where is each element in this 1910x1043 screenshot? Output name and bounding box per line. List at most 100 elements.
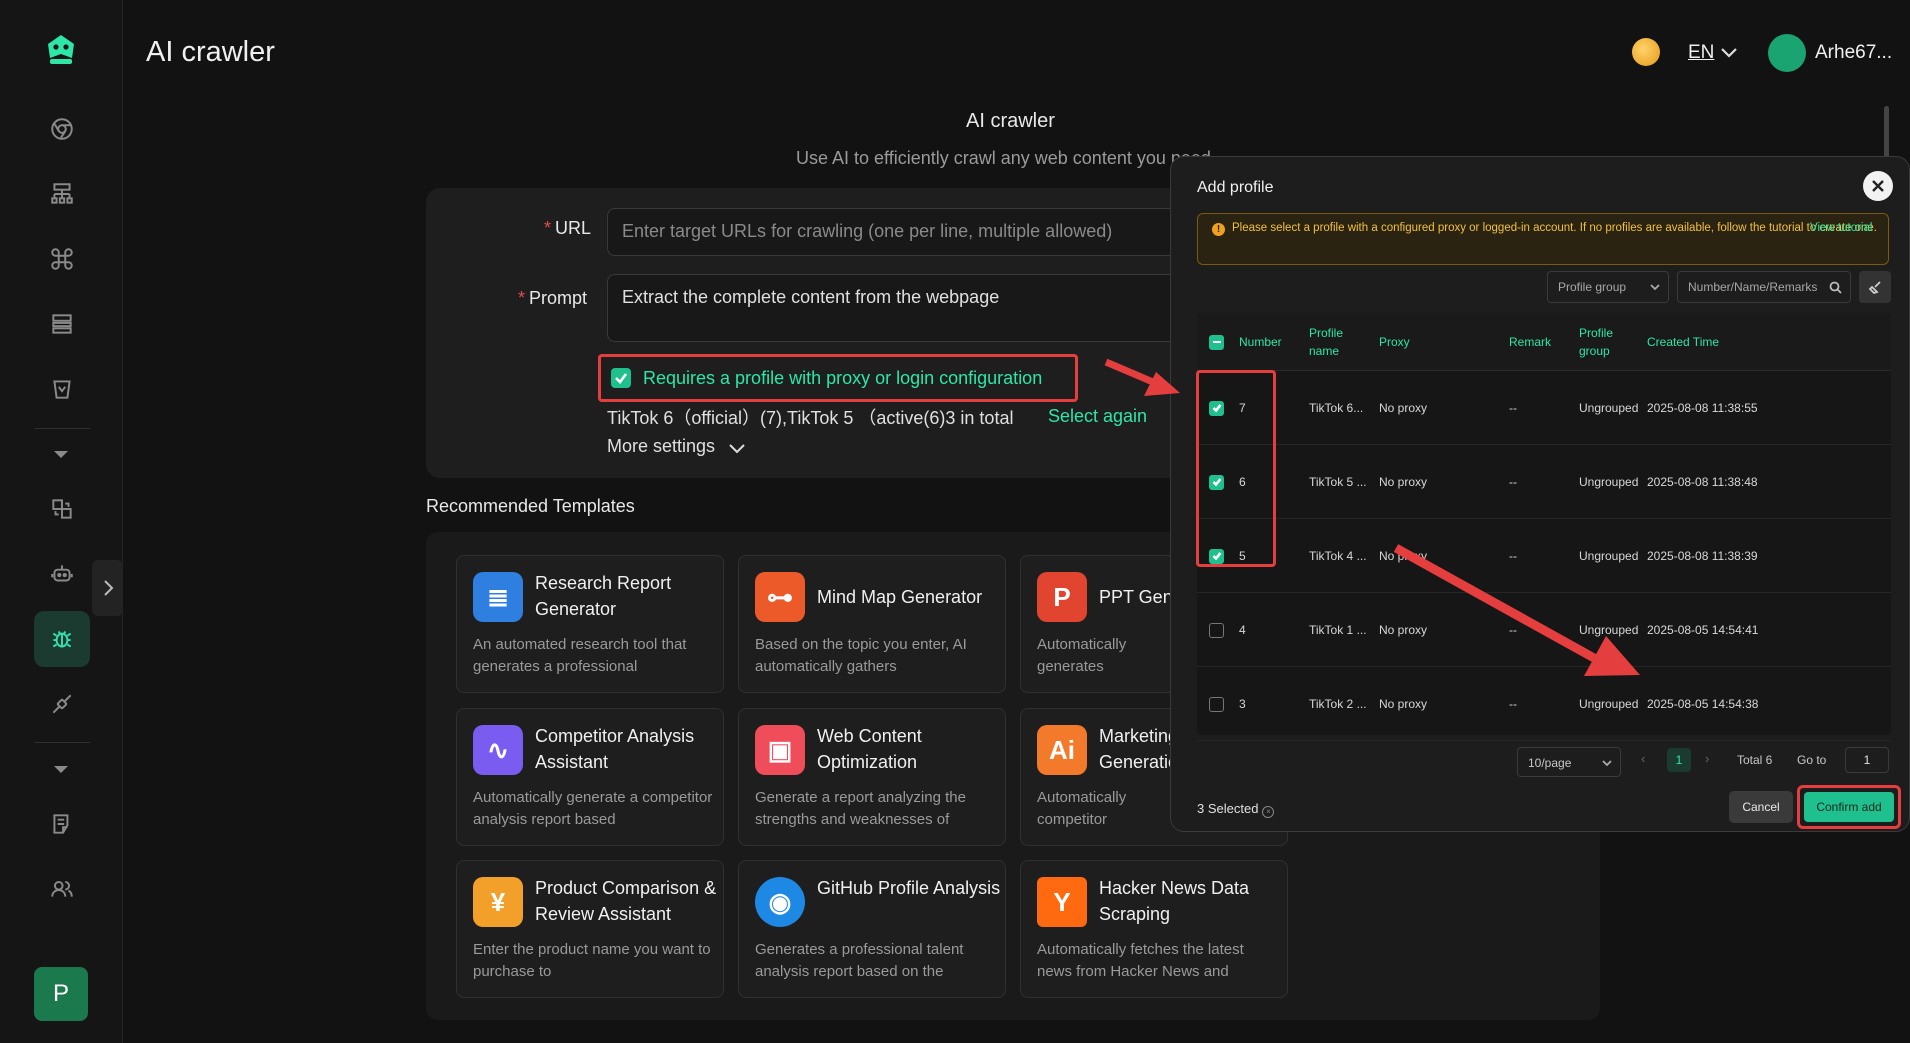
profile-proxy: No proxy	[1379, 623, 1428, 637]
chevron-right-icon	[103, 580, 113, 596]
confirm-add-button[interactable]: Confirm add	[1804, 792, 1894, 822]
layout-icon[interactable]	[34, 296, 90, 352]
chevron-down-icon[interactable]	[728, 442, 746, 456]
selected-count: 3 Selected ×	[1197, 801, 1275, 818]
chevron-down-icon[interactable]	[1720, 46, 1738, 60]
profile-group: Ungrouped	[1579, 623, 1639, 637]
workspace-avatar[interactable]: P	[34, 967, 88, 1021]
template-desc: Automatically competitor analysis, marke…	[1037, 789, 1127, 828]
mindmap-icon: ⊶	[755, 572, 805, 622]
github-icon: ◉	[755, 877, 805, 927]
profile-search-input[interactable]: Number/Name/Remarks	[1677, 271, 1851, 303]
table-row[interactable]: 3 TikTok 2 ... No proxy -- Ungrouped 202…	[1197, 667, 1891, 741]
page-size-select[interactable]: 10/page	[1517, 747, 1621, 777]
row-checkbox[interactable]	[1209, 696, 1224, 712]
page-scrollbar[interactable]	[1884, 106, 1889, 162]
table-row[interactable]: 6 TikTok 5 ... No proxy -- Ungrouped 202…	[1197, 445, 1891, 519]
prev-page-icon[interactable]: ‹	[1641, 751, 1645, 766]
sitemap-icon[interactable]	[34, 166, 90, 222]
collapse-caret-icon[interactable]	[54, 766, 68, 773]
profile-group: Ungrouped	[1579, 697, 1639, 711]
select-all-checkbox[interactable]	[1209, 313, 1224, 371]
user-avatar[interactable]	[1768, 34, 1806, 72]
template-desc: An automated research tool that generate…	[473, 636, 687, 675]
goto-input[interactable]: 1	[1845, 747, 1889, 773]
template-desc: Generate a report analyzing the strength…	[755, 789, 966, 828]
template-card[interactable]: ▣ Web Content Optimization Generate a re…	[738, 708, 1006, 846]
template-card[interactable]: ∿ Competitor Analysis Assistant Automati…	[456, 708, 724, 846]
profile-proxy: No proxy	[1379, 697, 1428, 711]
crawler-bug-icon[interactable]	[34, 611, 90, 667]
template-card[interactable]: ≣ Research Report Generator An automated…	[456, 555, 724, 693]
column-header[interactable]: Profile name	[1309, 313, 1369, 371]
ai-doc-icon: Ai	[1037, 725, 1087, 775]
robot-icon[interactable]	[34, 546, 90, 602]
notes-icon[interactable]	[34, 796, 90, 852]
ppt-icon: P	[1037, 572, 1087, 622]
hacker-news-icon: Y	[1037, 877, 1087, 927]
sidebar-divider	[34, 742, 90, 743]
warning-alert: ! Please select a profile with a configu…	[1197, 213, 1889, 265]
template-title: Web Content Optimization	[817, 726, 922, 772]
template-title: Product Comparison & Review Assistant	[535, 878, 717, 924]
template-card[interactable]: ⊶ Mind Map Generator Based on the topic …	[738, 555, 1006, 693]
sidebar-expand-button[interactable]	[92, 560, 123, 616]
command-icon[interactable]	[34, 231, 90, 287]
app-logo-icon[interactable]	[42, 32, 80, 70]
table-row[interactable]: 5 TikTok 4 ... No proxy -- Ungrouped 202…	[1197, 519, 1891, 593]
column-header[interactable]: Number	[1239, 313, 1299, 371]
row-checkbox[interactable]	[1209, 622, 1224, 638]
profile-name: TikTok 2 ...	[1309, 697, 1367, 711]
table-row[interactable]: 7 TikTok 6... No proxy -- Ungrouped 2025…	[1197, 371, 1891, 445]
profile-remark: --	[1509, 475, 1517, 489]
column-header[interactable]: Profile group	[1579, 313, 1631, 371]
next-page-icon[interactable]: ›	[1705, 751, 1709, 766]
column-header[interactable]: Proxy	[1379, 313, 1439, 371]
clear-filter-button[interactable]	[1859, 271, 1891, 303]
template-card[interactable]: ◉ GitHub Profile Analysis Generates a pr…	[738, 860, 1006, 998]
bucket-icon[interactable]	[34, 361, 90, 417]
plugin-icon[interactable]	[34, 676, 90, 732]
checkbox-label: Requires a profile with proxy or login c…	[643, 367, 1043, 388]
profile-remark: --	[1509, 623, 1517, 637]
profile-created: 2025-08-05 14:54:38	[1647, 697, 1759, 711]
select-again-link[interactable]: Select again	[1048, 406, 1147, 427]
profile-created: 2025-08-08 11:38:55	[1647, 401, 1758, 415]
warning-icon: !	[1212, 223, 1225, 236]
collapse-caret-icon[interactable]	[54, 451, 68, 458]
total-count: Total 6	[1737, 753, 1773, 767]
template-card[interactable]: Y Hacker News Data Scraping Automaticall…	[1020, 860, 1288, 998]
template-title: Research Report Generator	[535, 573, 672, 619]
checkbox-indeterminate-icon[interactable]	[1209, 334, 1224, 350]
proxy-profile-checkbox[interactable]: Requires a profile with proxy or login c…	[598, 354, 1078, 402]
username[interactable]: Arhe67...	[1815, 42, 1892, 64]
template-desc: Automatically generates professional, pr…	[1037, 636, 1127, 675]
coin-icon[interactable]	[1632, 38, 1660, 66]
profile-name: TikTok 6...	[1309, 401, 1364, 415]
close-icon[interactable]	[1863, 171, 1893, 201]
profile-group-select[interactable]: Profile group	[1547, 271, 1669, 303]
sync-windows-icon[interactable]	[34, 481, 90, 537]
column-header[interactable]: Created Time	[1647, 313, 1767, 371]
table-row[interactable]: 4 TikTok 1 ... No proxy -- Ungrouped 202…	[1197, 593, 1891, 667]
more-settings-toggle[interactable]: More settings	[607, 436, 715, 457]
profile-proxy: No proxy	[1379, 475, 1428, 489]
profile-number: 3	[1239, 697, 1246, 711]
page-title: AI crawler	[146, 36, 275, 68]
document-icon: ≣	[473, 572, 523, 622]
view-tutorial-link[interactable]: View tutorial	[1810, 220, 1872, 237]
clear-selection-icon[interactable]: ×	[1262, 806, 1275, 818]
cancel-button[interactable]: Cancel	[1729, 791, 1793, 823]
modal-title: Add profile	[1197, 179, 1274, 196]
checkbox-checked-icon[interactable]	[611, 368, 631, 388]
alert-text: Please select a profile with a configure…	[1232, 222, 1878, 234]
language-selector[interactable]: EN	[1688, 42, 1714, 64]
template-card[interactable]: ¥ Product Comparison & Review Assistant …	[456, 860, 724, 998]
column-header[interactable]: Remark	[1509, 313, 1569, 371]
team-icon[interactable]	[34, 861, 90, 917]
current-page[interactable]: 1	[1667, 748, 1691, 772]
profile-proxy: No proxy	[1379, 401, 1428, 415]
profile-proxy: No proxy	[1379, 549, 1428, 563]
profile-remark: --	[1509, 549, 1517, 563]
browser-icon[interactable]	[34, 101, 90, 157]
